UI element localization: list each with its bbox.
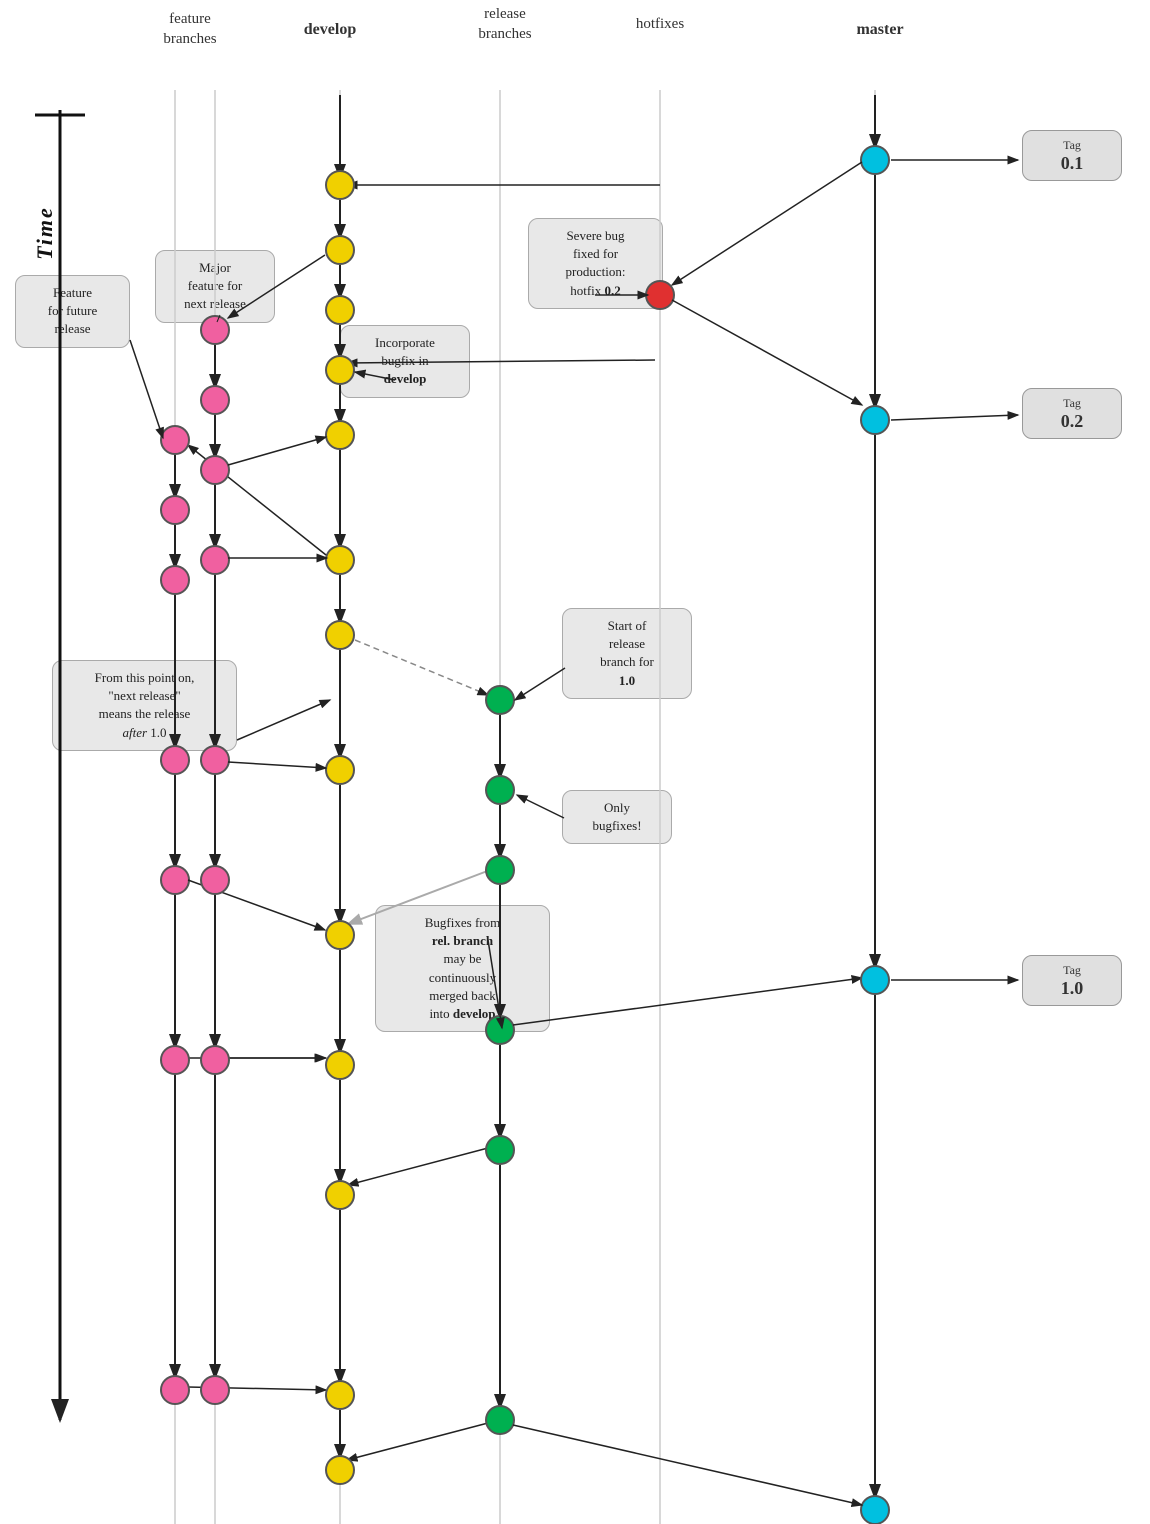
diagram-container: featurebranches develop releasebranches …	[0, 0, 1150, 1524]
main-svg	[0, 0, 1150, 1524]
